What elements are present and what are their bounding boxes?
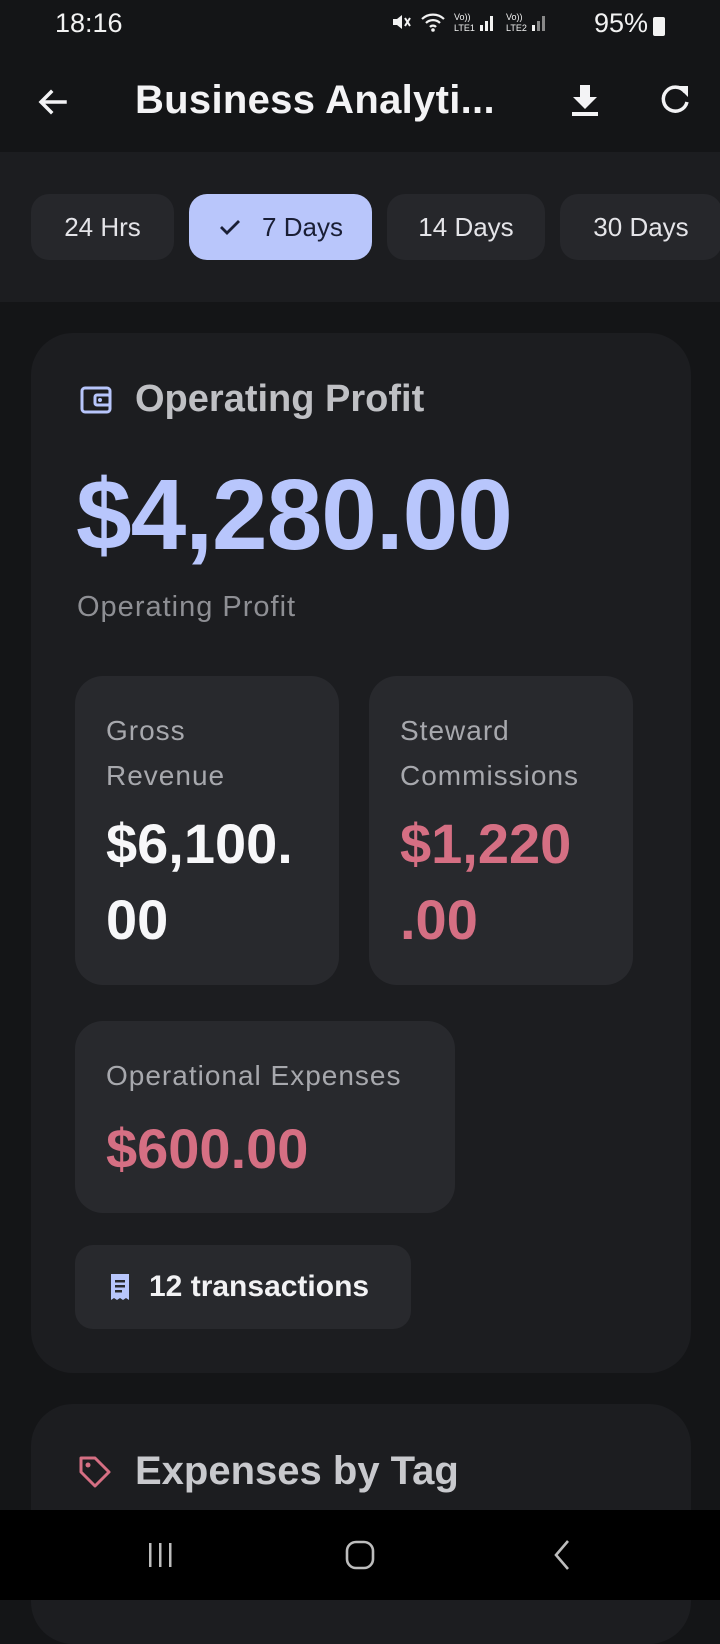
transactions-chip[interactable]: 12 transactions: [75, 1245, 411, 1329]
system-nav-bar: [0, 1510, 720, 1600]
tile-label: Gross Revenue: [106, 708, 225, 798]
lte2-signal-icon: Vo))LTE2: [506, 12, 545, 33]
steward-commissions-tile: Steward Commissions $1,220 .00: [369, 676, 633, 985]
arrow-left-icon: [38, 89, 67, 115]
svg-text:LTE2: LTE2: [506, 23, 527, 33]
chip-14-days[interactable]: 14 Days: [387, 194, 545, 260]
recent-apps-button[interactable]: [130, 1530, 190, 1580]
status-icons: Vo)) LTE1 Vo)) LTE2: [390, 11, 550, 33]
operating-profit-amount: $4,280.00: [76, 459, 513, 571]
tile-label-line: Commissions: [400, 760, 580, 791]
tile-label-line: Revenue: [106, 760, 226, 791]
tile-value-line: $1,220: [400, 812, 572, 875]
tile-value-line: .00: [400, 888, 478, 951]
tile-value-line: 00: [106, 888, 169, 951]
tile-value-line: $6,100.: [106, 812, 293, 875]
tile-label: Steward Commissions: [400, 708, 579, 798]
download-icon: [572, 85, 598, 116]
page-title: Business Analyti...: [135, 78, 495, 122]
chip-24-hrs[interactable]: 24 Hrs: [31, 194, 174, 260]
card-header: Operating Profit: [79, 378, 424, 421]
gross-revenue-tile: Gross Revenue $6,100. 00: [75, 676, 339, 985]
chip-label: 7 Days: [262, 211, 343, 242]
transactions-label: 12 transactions: [149, 1270, 370, 1303]
home-icon: [345, 1540, 375, 1570]
card-header: Expenses by Tag: [77, 1449, 459, 1494]
operating-profit-card: Operating Profit $4,280.00 Operating Pro…: [31, 333, 691, 1373]
refresh-button[interactable]: [647, 72, 703, 128]
status-bar: 18:16 Vo)) LTE1 Vo)) LTE2 95%: [0, 0, 720, 50]
svg-text:Vo)): Vo)): [454, 12, 471, 22]
tile-value: $600.00: [106, 1117, 309, 1180]
tag-icon: [79, 1456, 111, 1487]
receipt-icon: [111, 1274, 129, 1300]
chip-7-days[interactable]: 7 Days: [189, 194, 372, 260]
battery-icon: [653, 17, 665, 36]
lte1-signal-icon: Vo))LTE1: [454, 12, 493, 33]
tile-label-line: Gross: [106, 715, 186, 746]
refresh-icon: [661, 85, 689, 113]
chip-label: 14 Days: [418, 211, 514, 242]
status-time: 18:16: [55, 8, 123, 38]
wifi-icon: [421, 13, 445, 32]
card-title: Operating Profit: [135, 378, 425, 420]
svg-text:LTE1: LTE1: [454, 23, 475, 33]
home-button[interactable]: [330, 1530, 390, 1580]
tile-label: Operational Expenses: [106, 1060, 402, 1091]
tile-value: $1,220 .00: [400, 806, 571, 958]
mute-icon: [393, 15, 411, 29]
chip-label: 30 Days: [593, 211, 689, 242]
operational-expenses-tile: Operational Expenses $600.00: [75, 1021, 455, 1213]
chevron-left-icon: [554, 1540, 569, 1570]
card-title: Expenses by Tag: [135, 1449, 459, 1493]
chip-30-days[interactable]: 30 Days: [560, 194, 720, 260]
tile-value: $6,100. 00: [106, 806, 293, 958]
app-bar: Business Analyti...: [0, 50, 720, 152]
tile-label-line: Steward: [400, 715, 510, 746]
battery-percent: 95%: [593, 8, 648, 38]
time-range-filter-bar: 24 Hrs 7 Days 14 Days 30 Days: [0, 152, 720, 302]
svg-text:Vo)): Vo)): [506, 12, 523, 22]
recent-apps-icon: [149, 1543, 172, 1567]
nav-back-button[interactable]: [532, 1530, 592, 1580]
chip-label: 24 Hrs: [64, 211, 141, 242]
download-button[interactable]: [557, 72, 613, 128]
operating-profit-caption: Operating Profit: [77, 591, 297, 623]
check-icon: [220, 220, 241, 235]
wallet-icon: [80, 386, 112, 413]
back-button[interactable]: [25, 74, 81, 130]
